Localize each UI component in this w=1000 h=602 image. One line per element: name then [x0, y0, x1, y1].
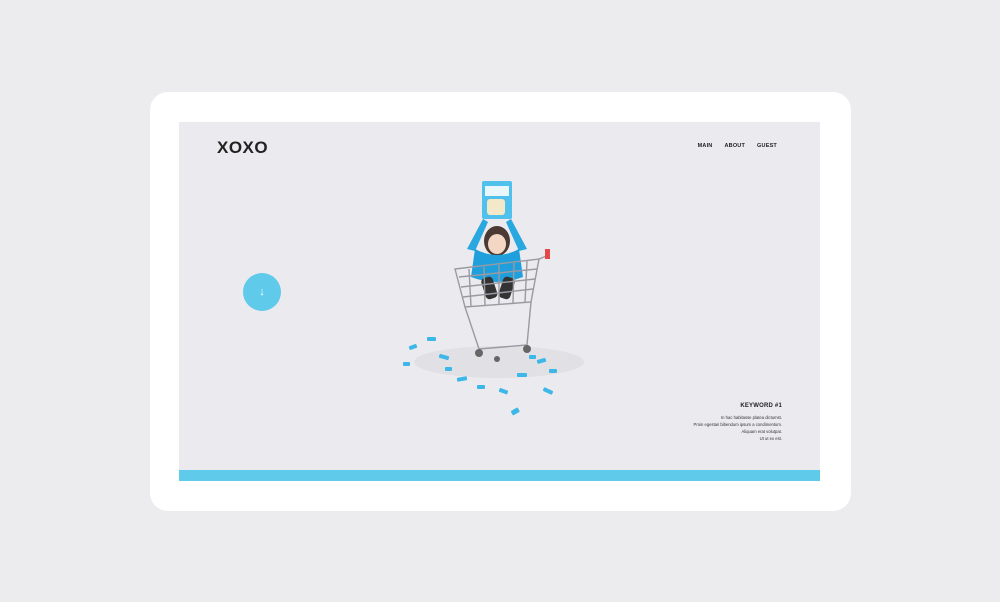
scroll-down-button[interactable]: ↓: [243, 273, 281, 311]
nav-item-main[interactable]: MAIN: [698, 143, 713, 149]
keyword-line: Ut ut ex est.: [759, 436, 782, 441]
keyword-title: KEYWORD #1: [740, 403, 782, 409]
main-nav: MAIN ABOUT GUEST: [698, 143, 777, 149]
keyword-line: In hac habitasse platea dictumst.: [721, 415, 782, 420]
bottom-accent-bar: [179, 470, 820, 481]
hero-image: [403, 181, 584, 416]
girl-head: [484, 226, 510, 256]
site-logo[interactable]: XOXO: [217, 138, 268, 158]
cart-shadow: [414, 346, 584, 378]
keyword-line: Proin egestas bibendum ipsum a condiment…: [693, 422, 782, 427]
cereal-box: [482, 181, 512, 219]
keyword-block: KEYWORD #1 In hac habitasse platea dictu…: [694, 403, 782, 442]
keyword-line: Aliquam erat volutpat.: [741, 429, 782, 434]
website-screen: XOXO MAIN ABOUT GUEST ↓ KEYWORD #1 In ha…: [179, 122, 820, 481]
arrow-down-icon: ↓: [259, 285, 265, 298]
cart-handle: [545, 249, 550, 259]
nav-item-guest[interactable]: GUEST: [757, 143, 777, 149]
nav-item-about[interactable]: ABOUT: [724, 143, 745, 149]
